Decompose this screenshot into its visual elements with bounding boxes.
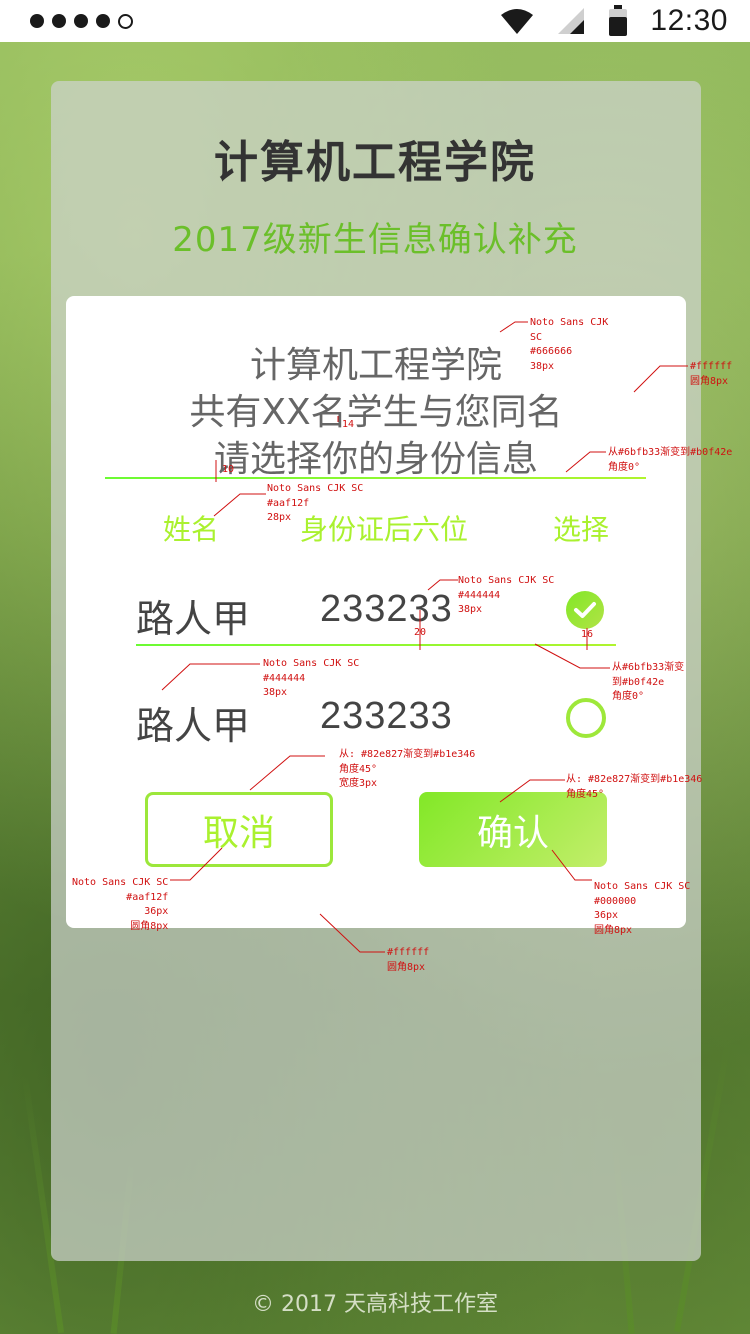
column-header-name: 姓名 xyxy=(163,513,220,546)
dialog-message-line: 共有XX名学生与您同名 xyxy=(189,392,563,433)
battery-icon xyxy=(609,5,628,36)
signal-dot-empty xyxy=(118,13,133,29)
confirm-button[interactable]: 确认 xyxy=(419,792,607,867)
cancel-button[interactable]: 取消 xyxy=(145,792,333,867)
footer-copyright: © 2017 天高科技工作室 xyxy=(252,1292,498,1317)
wifi-icon xyxy=(501,9,534,34)
annotation: Noto Sans CJK SC #666666 38px xyxy=(530,317,609,372)
annotation: 14 xyxy=(342,419,355,430)
annotation: #ffffff 圆角8px xyxy=(387,947,430,973)
annotation: #ffffff 圆角8px xyxy=(690,361,733,387)
annotation: Noto Sans CJK SC #444444 38px xyxy=(458,575,555,615)
signal-dot xyxy=(30,14,44,28)
signal-dot xyxy=(52,14,66,28)
status-bar: 12:30 xyxy=(0,0,750,42)
annotation: 20 xyxy=(414,627,427,638)
checkmark-icon xyxy=(574,602,596,618)
dialog-message-line: 请选择你的身份信息 xyxy=(213,439,538,480)
page-title: 计算机工程学院 xyxy=(214,137,536,188)
annotation: Noto Sans CJK SC #aaf12f 36px 圆角8px xyxy=(72,877,169,932)
annotation: 从: #82e827渐变到#b1e346 角度45° 宽度3px xyxy=(339,749,476,789)
row-name: 路人甲 xyxy=(136,704,251,748)
annotation: Noto Sans CJK SC #444444 38px xyxy=(263,658,360,698)
selected-radio[interactable] xyxy=(566,591,604,629)
page-subtitle: 2017级新生信息确认补充 xyxy=(172,220,578,260)
column-header-select: 选择 xyxy=(553,513,610,546)
annotation: Noto Sans CJK SC #000000 36px 圆角8px xyxy=(594,881,691,936)
signal-dots xyxy=(30,13,133,29)
annotation: 从#6bfb33渐变 到#b0f42e 角度0° xyxy=(612,662,685,702)
annotation: 从: #82e827渐变到#b1e346 角度45° xyxy=(566,774,703,800)
annotation: 从#6bfb33渐变到#b0f42e 角度0° xyxy=(608,447,733,473)
clock: 12:30 xyxy=(650,4,728,37)
unselected-radio[interactable] xyxy=(566,698,606,738)
annotation: 16 xyxy=(581,629,594,640)
signal-dot xyxy=(96,14,110,28)
divider xyxy=(105,477,646,479)
row-id-last6: 233233 xyxy=(320,588,453,630)
signal-dot xyxy=(74,14,88,28)
cell-signal-icon xyxy=(558,8,585,34)
row-name: 路人甲 xyxy=(136,597,251,641)
row-id-last6: 233233 xyxy=(320,695,453,737)
annotation: 10 xyxy=(222,464,235,475)
row-divider xyxy=(136,644,616,646)
annotation: Noto Sans CJK SC #aaf12f 28px xyxy=(267,483,364,523)
